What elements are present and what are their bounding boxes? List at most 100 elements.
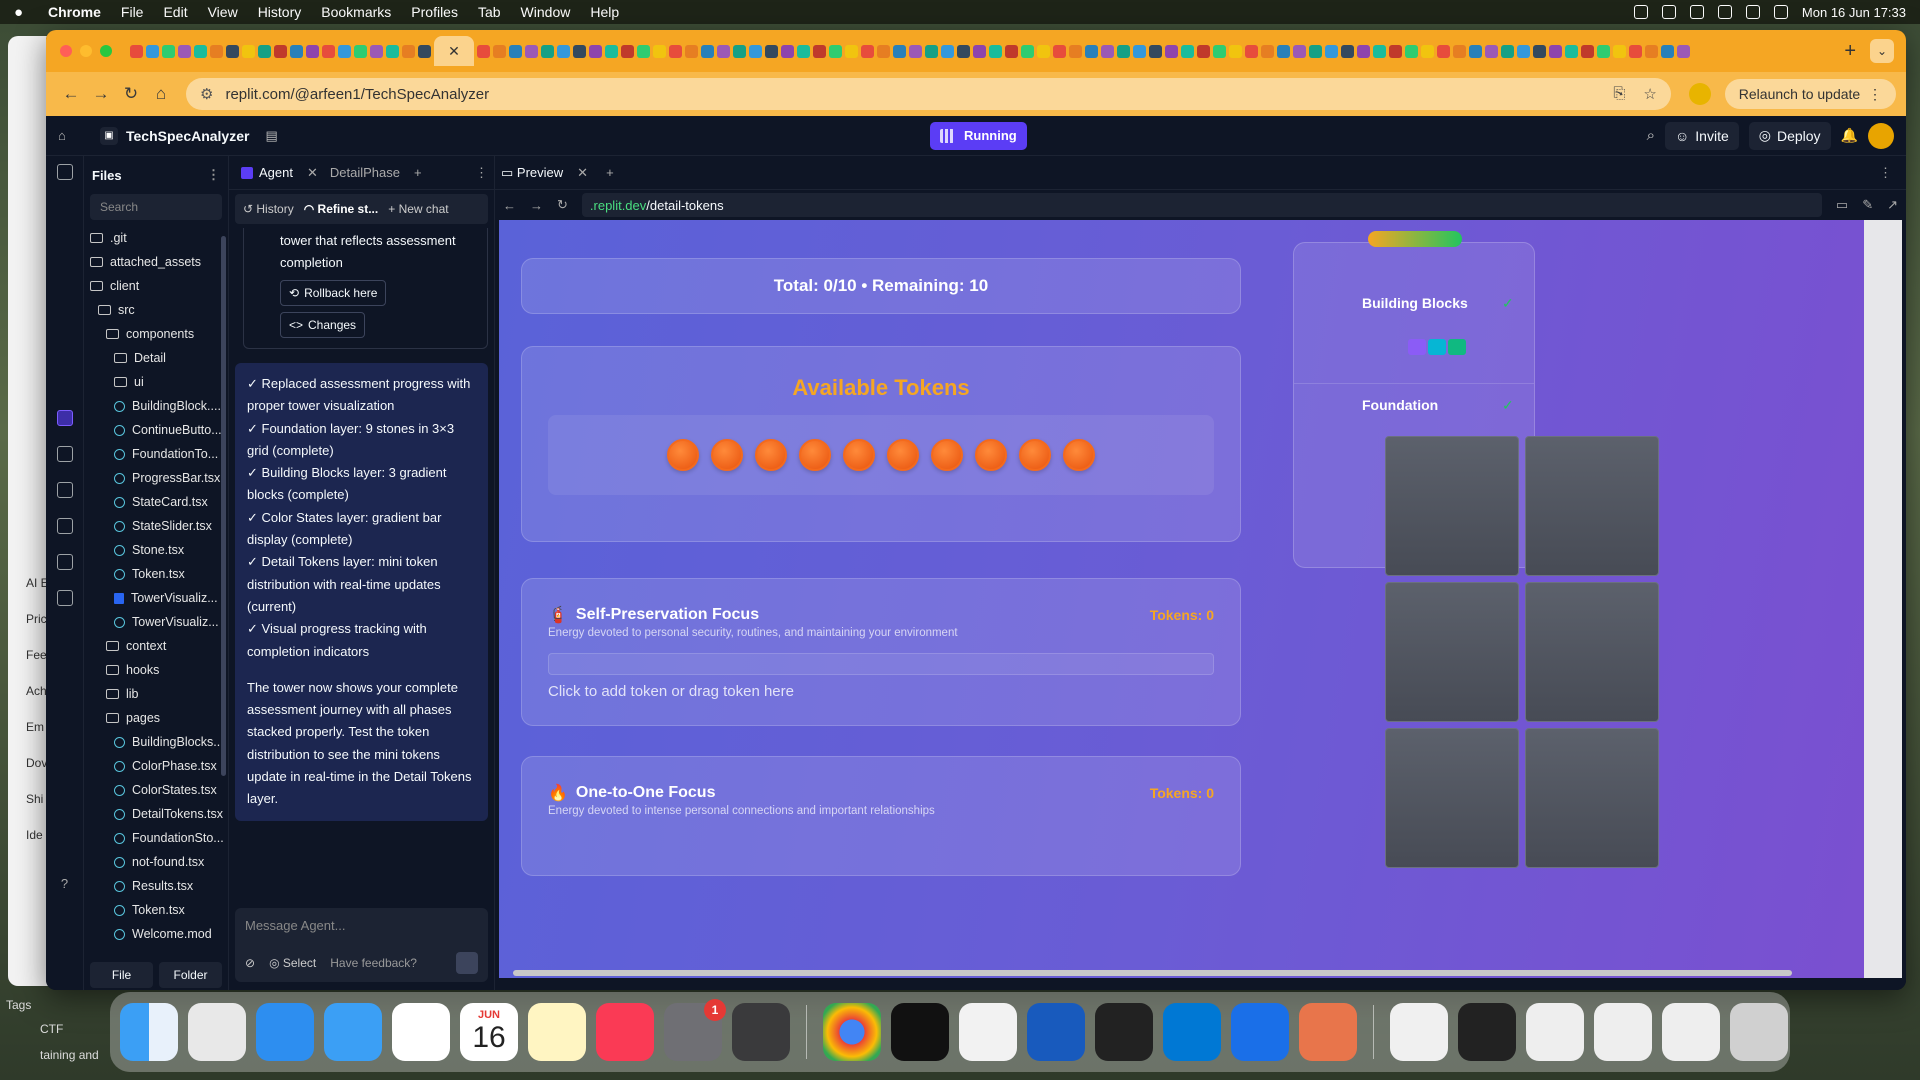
menu-help[interactable]: Help xyxy=(590,4,619,20)
tab-favicon[interactable] xyxy=(242,44,255,58)
tab-favicon[interactable] xyxy=(1085,44,1098,58)
tab-favicon[interactable] xyxy=(525,44,538,58)
tab-favicon[interactable] xyxy=(1005,44,1018,58)
tab-favicon[interactable] xyxy=(797,44,810,58)
folder-item[interactable]: Detail xyxy=(90,346,228,370)
tab-favicon[interactable] xyxy=(146,44,159,58)
tab-favicon[interactable] xyxy=(1197,44,1210,58)
tab-favicon[interactable] xyxy=(557,44,570,58)
tab-favicon[interactable] xyxy=(1133,44,1146,58)
tab-favicon[interactable] xyxy=(1613,44,1626,58)
relaunch-button[interactable]: Relaunch to update ⋮ xyxy=(1724,79,1896,109)
site-info-icon[interactable]: ⚙ xyxy=(200,85,213,103)
project-name[interactable]: TechSpecAnalyzer xyxy=(126,128,249,144)
add-tab-icon[interactable]: + xyxy=(414,165,422,180)
rollback-button[interactable]: ⟲ Rollback here xyxy=(280,280,387,306)
zoom-window-button[interactable] xyxy=(100,45,112,57)
tab-favicon[interactable] xyxy=(1021,44,1034,58)
tab-favicon[interactable] xyxy=(402,44,415,58)
tab-favicon[interactable] xyxy=(829,44,842,58)
tab-favicon[interactable] xyxy=(178,44,191,58)
new-folder-button[interactable]: Folder xyxy=(159,962,222,988)
tab-favicon[interactable] xyxy=(1213,44,1226,58)
tab-favicon[interactable] xyxy=(781,44,794,58)
tab-favicon[interactable] xyxy=(1533,44,1546,58)
tab-favicon[interactable] xyxy=(370,44,383,58)
new-tab-button[interactable]: + xyxy=(1844,40,1856,63)
chrome-icon[interactable] xyxy=(823,1003,881,1061)
notes-icon[interactable] xyxy=(528,1003,586,1061)
system-settings-icon[interactable]: 1 xyxy=(664,999,726,1061)
tab-favicon[interactable] xyxy=(861,44,874,58)
file-item[interactable]: StateSlider.tsx xyxy=(90,514,228,538)
tab-favicon[interactable] xyxy=(605,44,618,58)
close-icon[interactable]: ✕ xyxy=(577,165,588,181)
folder-item[interactable]: components xyxy=(90,322,228,346)
folder-item[interactable]: attached_assets xyxy=(90,250,228,274)
profile-avatar[interactable] xyxy=(1688,83,1711,105)
tab-favicon[interactable] xyxy=(386,44,399,58)
tab-favicon[interactable] xyxy=(509,44,522,58)
tab-agent[interactable]: Agent ✕ xyxy=(235,156,324,190)
tab-preview[interactable]: ▭ Preview xyxy=(501,165,563,181)
tab-favicon[interactable] xyxy=(354,44,367,58)
finder-icon[interactable] xyxy=(120,1003,178,1061)
tab-favicon[interactable] xyxy=(1389,44,1402,58)
tab-favicon[interactable] xyxy=(941,44,954,58)
music-icon[interactable] xyxy=(596,1003,654,1061)
control-center-icon[interactable] xyxy=(1773,5,1788,19)
folder-item[interactable]: ui xyxy=(90,370,228,394)
tab-favicon[interactable] xyxy=(589,44,602,58)
wifi-icon[interactable] xyxy=(1689,5,1704,19)
search-icon[interactable]: ⌕ xyxy=(1647,127,1655,144)
folder-item[interactable]: context xyxy=(90,634,228,658)
active-tab[interactable]: ✕ xyxy=(434,36,474,66)
tab-favicon[interactable] xyxy=(989,44,1002,58)
tab-favicon[interactable] xyxy=(493,44,506,58)
message-input[interactable]: Message Agent... ⊘ ◎ Select Have feedbac… xyxy=(235,908,488,982)
tab-favicon[interactable] xyxy=(1117,44,1130,58)
tab-favicon[interactable] xyxy=(1453,44,1466,58)
tab-favicon[interactable] xyxy=(338,44,351,58)
tab-favicon[interactable] xyxy=(1469,44,1482,58)
tab-favicon[interactable] xyxy=(1165,44,1178,58)
tab-favicon[interactable] xyxy=(621,44,634,58)
tab-favicon[interactable] xyxy=(1437,44,1450,58)
tab-favicon[interactable] xyxy=(925,44,938,58)
tab-favicon[interactable] xyxy=(1373,44,1386,58)
window-thumbnail[interactable] xyxy=(1458,1003,1516,1061)
cursor-icon[interactable] xyxy=(1095,1003,1153,1061)
add-tab-icon[interactable]: + xyxy=(606,165,614,180)
menu-view[interactable]: View xyxy=(208,4,238,20)
trash-icon[interactable] xyxy=(1730,1003,1788,1061)
tab-favicon[interactable] xyxy=(130,44,143,58)
status-icon[interactable] xyxy=(1633,5,1648,19)
token[interactable] xyxy=(799,439,831,471)
layout-icon[interactable]: ▤ xyxy=(265,128,277,144)
tab-favicon[interactable] xyxy=(1517,44,1530,58)
tab-favicon[interactable] xyxy=(765,44,778,58)
claude-icon[interactable] xyxy=(1299,1003,1357,1061)
tab-favicon[interactable] xyxy=(1677,44,1690,58)
tab-favicon[interactable] xyxy=(1565,44,1578,58)
tab-favicon[interactable] xyxy=(973,44,986,58)
attach-icon[interactable]: ⊘ xyxy=(245,956,255,970)
close-window-button[interactable] xyxy=(60,45,72,57)
file-tree-icon[interactable] xyxy=(56,164,73,180)
new-chat-button[interactable]: + New chat xyxy=(388,202,448,216)
token[interactable] xyxy=(843,439,875,471)
calendar-icon[interactable]: JUN 16 xyxy=(460,1003,518,1061)
console-icon[interactable] xyxy=(56,482,73,498)
preview-url-input[interactable]: .replit.dev/detail-tokens xyxy=(581,193,1822,217)
tab-favicon[interactable] xyxy=(194,44,207,58)
tab-favicon[interactable] xyxy=(162,44,175,58)
back-icon[interactable]: ← xyxy=(503,198,516,213)
tab-favicon[interactable] xyxy=(1053,44,1066,58)
token[interactable] xyxy=(931,439,963,471)
webview-icon[interactable] xyxy=(56,446,73,462)
file-item[interactable]: Results.tsx xyxy=(90,874,228,898)
file-item[interactable]: BuildingBlock.... xyxy=(90,394,228,418)
tab-favicon[interactable] xyxy=(1549,44,1562,58)
history-button[interactable]: ↺ History xyxy=(243,202,294,216)
window-thumbnail[interactable] xyxy=(1526,1003,1584,1061)
